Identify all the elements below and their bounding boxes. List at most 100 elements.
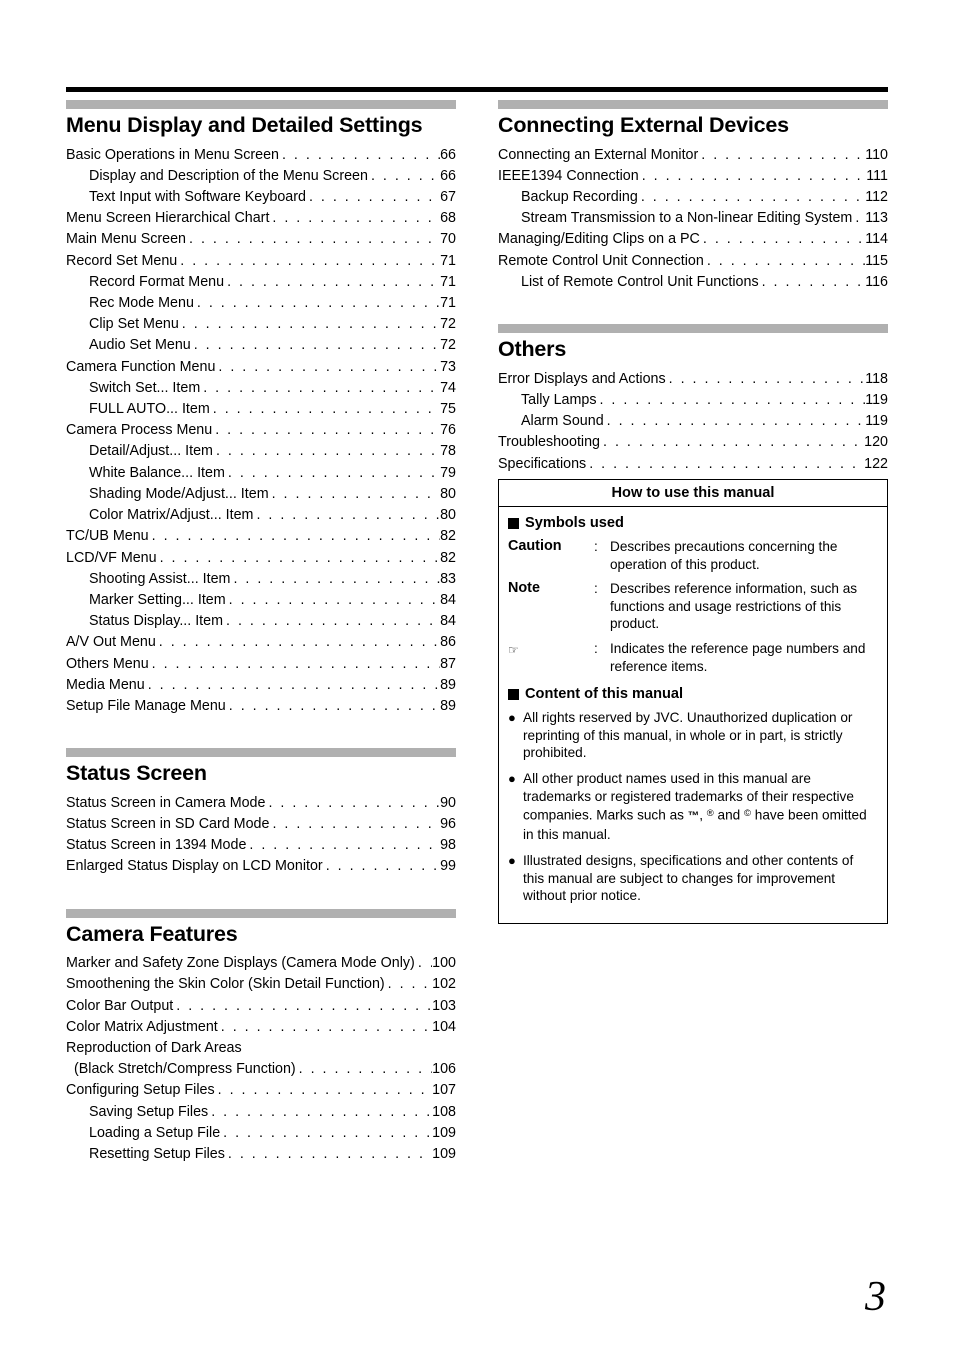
toc-entry-page: 110: [865, 146, 888, 163]
toc-entry[interactable]: Reproduction of Dark Areas: [66, 1038, 456, 1059]
toc-entry[interactable]: Record Format Menu. . . . . . . . . . . …: [66, 272, 456, 293]
toc-entry[interactable]: (Black Stretch/Compress Function). . . .…: [66, 1059, 456, 1080]
toc-entry[interactable]: Status Screen in Camera Mode. . . . . . …: [66, 793, 456, 814]
toc-entry-label: (Black Stretch/Compress Function): [74, 1061, 296, 1078]
toc-entry-page: 80: [440, 485, 456, 502]
toc-entry[interactable]: FULL AUTO... Item. . . . . . . . . . . .…: [66, 399, 456, 420]
toc-list: Status Screen in Camera Mode . . . . . . …: [66, 793, 456, 878]
toc-entry-label: Troubleshooting: [498, 434, 600, 451]
toc-entry[interactable]: LCD/VF Menu. . . . . . . . . . . . . . .…: [66, 548, 456, 569]
toc-leader-dots: . . . . . . . . . . . . . . . . . . . . …: [196, 295, 440, 312]
symbols-used-label: Symbols used: [525, 515, 624, 531]
toc-entry-page: 82: [440, 528, 456, 545]
toc-entry[interactable]: Resetting Setup Files. . . . . . . . . .…: [66, 1144, 456, 1165]
toc-entry-page: 116: [865, 273, 888, 290]
toc-entry-label: Marker Setting... Item: [89, 591, 226, 608]
toc-entry[interactable]: Switch Set... Item. . . . . . . . . . . …: [66, 378, 456, 399]
toc-entry-label: Record Format Menu: [89, 273, 225, 290]
toc-entry[interactable]: Alarm Sound. . . . . . . . . . . . . . .…: [498, 411, 888, 432]
toc-entry[interactable]: Shooting Assist... Item. . . . . . . . .…: [66, 569, 456, 590]
toc-entry-page: 71: [440, 252, 456, 269]
toc-leader-dots: . . . . . . . . . . . . . . . . . . . . …: [218, 358, 440, 375]
toc-entry-page: 96: [440, 815, 456, 832]
symbol-row: Caution: Describes precautions concerning…: [508, 538, 878, 573]
toc-entry[interactable]: Connecting an External Monitor. . . . . …: [498, 145, 888, 166]
section-title: Status Screen: [66, 761, 207, 786]
toc-entry-label: Status Screen in SD Card Mode: [66, 815, 270, 832]
toc-entry-label: TC/UB Menu: [66, 528, 149, 545]
toc-entry[interactable]: Troubleshooting. . . . . . . . . . . . .…: [498, 432, 888, 453]
right-column: Connecting External Devices Connecting an…: [498, 100, 888, 475]
toc-entry[interactable]: Basic Operations in Menu Screen. . . . .…: [66, 145, 456, 166]
toc-entry[interactable]: TC/UB Menu. . . . . . . . . . . . . . . …: [66, 526, 456, 547]
toc-entry[interactable]: Camera Process Menu. . . . . . . . . . .…: [66, 420, 456, 441]
toc-entry[interactable]: Specifications. . . . . . . . . . . . . …: [498, 454, 888, 475]
how-to-use-this-manual-box: How to use this manual Symbols used Caut…: [498, 479, 888, 924]
toc-entry[interactable]: Marker and Safety Zone Displays (Camera …: [66, 953, 456, 974]
toc-entry[interactable]: Marker Setting... Item. . . . . . . . . …: [66, 590, 456, 611]
toc-entry[interactable]: Display and Description of the Menu Scre…: [66, 166, 456, 187]
toc-entry[interactable]: Color Matrix Adjustment. . . . . . . . .…: [66, 1017, 456, 1038]
toc-entry[interactable]: Clip Set Menu. . . . . . . . . . . . . .…: [66, 314, 456, 335]
toc-entry[interactable]: Record Set Menu. . . . . . . . . . . . .…: [66, 251, 456, 272]
toc-entry[interactable]: Text Input with Software Keyboard. . . .…: [66, 187, 456, 208]
toc-entry[interactable]: Managing/Editing Clips on a PC. . . . . …: [498, 229, 888, 250]
toc-leader-dots: . . . . . . . . . . . . . . . . . . . . …: [387, 976, 432, 993]
toc-leader-dots: . . . . . . . . . . . . . . . . . . . . …: [151, 528, 440, 545]
toc-entry-label: Clip Set Menu: [89, 316, 179, 333]
toc-leader-dots: . . . . . . . . . . . . . . . . . . . . …: [603, 434, 864, 451]
toc-entry[interactable]: Color Bar Output. . . . . . . . . . . . …: [66, 996, 456, 1017]
toc-entry[interactable]: Color Matrix/Adjust... Item. . . . . . .…: [66, 505, 456, 526]
toc-entry[interactable]: Audio Set Menu. . . . . . . . . . . . . …: [66, 335, 456, 356]
toc-entry-label: Loading a Setup File: [89, 1124, 221, 1141]
toc-entry[interactable]: Menu Screen Hierarchical Chart. . . . . …: [66, 208, 456, 229]
toc-entry[interactable]: A/V Out Menu. . . . . . . . . . . . . . …: [66, 632, 456, 653]
toc-entry[interactable]: List of Remote Control Unit Functions. .…: [498, 272, 888, 293]
toc-entry[interactable]: Setup File Manage Menu. . . . . . . . . …: [66, 696, 456, 717]
toc-entry[interactable]: Backup Recording. . . . . . . . . . . . …: [498, 187, 888, 208]
toc-entry[interactable]: Others Menu. . . . . . . . . . . . . . .…: [66, 654, 456, 675]
toc-leader-dots: . . . . . . . . . . . . . . . . . . . . …: [249, 837, 440, 854]
toc-leader-dots: . . . . . . . . . . . . . . . . . . . . …: [220, 1018, 432, 1035]
toc-entry[interactable]: Remote Control Unit Connection. . . . . …: [498, 251, 888, 272]
toc-entry[interactable]: Saving Setup Files. . . . . . . . . . . …: [66, 1102, 456, 1123]
toc-entry[interactable]: Status Display... Item. . . . . . . . . …: [66, 611, 456, 632]
toc-entry-page: 113: [865, 210, 888, 227]
toc-leader-dots: . . . . . . . . . . . . . . . . . . . . …: [181, 316, 440, 333]
toc-entry-label: Alarm Sound: [521, 413, 604, 430]
toc-entry[interactable]: Media Menu. . . . . . . . . . . . . . . …: [66, 675, 456, 696]
symbol-colon: :: [594, 539, 598, 554]
toc-entry[interactable]: Error Displays and Actions. . . . . . . …: [498, 369, 888, 390]
symbols-list: Caution: Describes precautions concerning…: [508, 538, 878, 675]
toc-entry-label: Status Screen in Camera Mode: [66, 794, 266, 811]
toc-entry-label: Connecting an External Monitor: [498, 146, 699, 163]
toc-entry[interactable]: Status Screen in 1394 Mode. . . . . . . …: [66, 835, 456, 856]
toc-entry[interactable]: Stream Transmission to a Non-linear Edit…: [498, 208, 888, 229]
toc-entry[interactable]: Enlarged Status Display on LCD Monitor. …: [66, 856, 456, 877]
toc-entry[interactable]: Loading a Setup File. . . . . . . . . . …: [66, 1123, 456, 1144]
toc-entry[interactable]: Smoothening the Skin Color (Skin Detail …: [66, 974, 456, 995]
toc-leader-dots: . . . . . . . . . . . . . . . . . . . . …: [226, 613, 440, 630]
toc-entry-label: Color Matrix/Adjust... Item: [89, 507, 254, 524]
toc-leader-dots: . . . . . . . . . . . . . . . . . . . . …: [370, 167, 440, 184]
toc-entry[interactable]: Rec Mode Menu. . . . . . . . . . . . . .…: [66, 293, 456, 314]
toc-leader-dots: . . . . . . . . . . . . . . . . . . . . …: [212, 401, 440, 418]
left-column: Menu Display and Detailed Settings Basic …: [66, 100, 456, 1165]
toc-entry[interactable]: Tally Lamps. . . . . . . . . . . . . . .…: [498, 390, 888, 411]
toc-entry[interactable]: IEEE1394 Connection. . . . . . . . . . .…: [498, 166, 888, 187]
toc-entry-page: 84: [440, 613, 456, 630]
toc-entry-label: Main Menu Screen: [66, 231, 186, 248]
toc-entry-page: 70: [440, 231, 456, 248]
toc-entry[interactable]: Detail/Adjust... Item. . . . . . . . . .…: [66, 441, 456, 462]
section-connecting-external-devices: Connecting External Devices Connecting an…: [498, 100, 888, 324]
toc-entry[interactable]: Status Screen in SD Card Mode. . . . . .…: [66, 814, 456, 835]
toc-entry[interactable]: Main Menu Screen. . . . . . . . . . . . …: [66, 229, 456, 250]
toc-entry-label: A/V Out Menu: [66, 634, 156, 651]
toc-entry[interactable]: Camera Function Menu. . . . . . . . . . …: [66, 357, 456, 378]
page-number: 3: [865, 1274, 886, 1320]
copyright-mark: ©: [744, 808, 751, 820]
toc-entry[interactable]: Shading Mode/Adjust... Item. . . . . . .…: [66, 484, 456, 505]
toc-leader-dots: . . . . . . . . . . . . . . . . . . . . …: [272, 815, 440, 832]
toc-entry[interactable]: White Balance... Item. . . . . . . . . .…: [66, 463, 456, 484]
toc-entry[interactable]: Configuring Setup Files. . . . . . . . .…: [66, 1080, 456, 1101]
